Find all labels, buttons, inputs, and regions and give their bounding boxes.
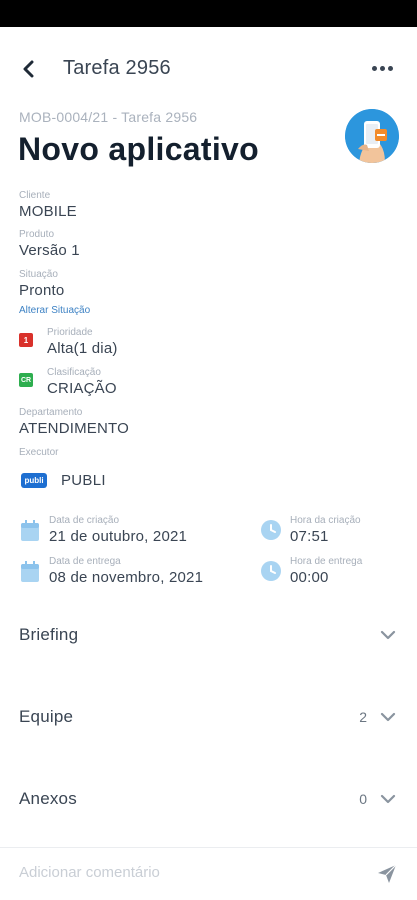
field-classificacao: CR Clasificação CRIAÇÃO xyxy=(19,367,117,399)
section-count: 2 xyxy=(359,709,367,725)
field-label: Prioridade xyxy=(47,327,93,338)
delivery-date: Data de entrega 08 de novembro, 2021 xyxy=(19,556,203,588)
field-label: Clasificação xyxy=(47,367,101,378)
section-anexos[interactable]: Anexos 0 xyxy=(0,779,417,819)
delivery-time: Hora de entrega 00:00 xyxy=(260,556,362,588)
field-produto: Produto Versão 1 xyxy=(19,229,80,261)
more-dot-icon xyxy=(379,65,385,71)
field-label: Hora da criação xyxy=(290,515,361,526)
task-code: MOB-0004/21 - Tarefa 2956 xyxy=(19,109,198,125)
clock-icon xyxy=(261,520,281,540)
field-value: Versão 1 xyxy=(19,242,80,259)
page-title: Novo aplicativo xyxy=(18,131,259,167)
send-icon[interactable] xyxy=(375,862,399,886)
back-button[interactable] xyxy=(14,55,42,83)
field-label: Executor xyxy=(19,447,59,458)
classification-badge-icon: CR xyxy=(19,373,33,387)
calendar-icon xyxy=(21,561,39,582)
chevron-down-icon xyxy=(380,794,396,804)
header-title: Tarefa 2956 xyxy=(63,57,171,79)
field-cliente: Cliente MOBILE xyxy=(19,190,77,222)
more-options-button[interactable] xyxy=(367,57,397,79)
creation-date: Data de criação 21 de outubro, 2021 xyxy=(19,515,187,547)
more-dot-icon xyxy=(387,65,393,71)
more-dot-icon xyxy=(371,65,377,71)
comment-bar xyxy=(0,847,417,900)
task-avatar xyxy=(345,109,399,163)
field-value: ATENDIMENTO xyxy=(19,420,129,437)
phone-hand-icon xyxy=(345,109,399,163)
field-value: Alta(1 dia) xyxy=(47,340,118,357)
status-bar xyxy=(0,0,417,27)
field-value: 07:51 xyxy=(290,528,329,545)
executor-name: PUBLI xyxy=(61,471,106,489)
comment-input[interactable] xyxy=(19,864,359,881)
field-value: CRIAÇÃO xyxy=(47,380,117,397)
field-value: 00:00 xyxy=(290,569,329,586)
section-count: 0 xyxy=(359,791,367,807)
executor-logo: publi xyxy=(21,472,47,488)
executor[interactable]: publi PUBLI xyxy=(19,465,106,495)
calendar-icon xyxy=(21,520,39,541)
chevron-down-icon xyxy=(380,630,396,640)
field-executor-label: Executor xyxy=(19,447,58,459)
section-title: Equipe xyxy=(19,707,74,726)
field-label: Produto xyxy=(19,229,55,240)
section-title: Briefing xyxy=(19,625,79,644)
creation-time: Hora da criação 07:51 xyxy=(260,515,361,547)
field-departamento: Departamento ATENDIMENTO xyxy=(19,407,129,439)
section-briefing[interactable]: Briefing xyxy=(0,615,417,655)
field-label: Data de entrega xyxy=(49,556,121,567)
executor-avatar: publi xyxy=(19,465,49,495)
field-value: 08 de novembro, 2021 xyxy=(49,569,204,586)
section-title: Anexos xyxy=(19,789,77,808)
chevron-down-icon xyxy=(380,712,396,722)
priority-badge-icon: 1 xyxy=(19,333,33,347)
field-label: Situação xyxy=(19,269,58,280)
field-value: MOBILE xyxy=(19,203,77,220)
field-value: Pronto xyxy=(19,282,65,299)
field-label: Hora de entrega xyxy=(290,556,363,567)
field-value: 21 de outubro, 2021 xyxy=(49,528,188,545)
app-header: Tarefa 2956 xyxy=(0,27,417,109)
clock-icon xyxy=(261,561,281,581)
field-label: Departamento xyxy=(19,407,83,418)
field-situacao: Situação Pronto xyxy=(19,269,64,301)
field-prioridade: 1 Prioridade Alta(1 dia) xyxy=(19,327,118,359)
chevron-left-icon xyxy=(23,60,34,78)
change-status-link[interactable]: Alterar Situação xyxy=(19,305,90,316)
field-label: Cliente xyxy=(19,190,51,201)
section-equipe[interactable]: Equipe 2 xyxy=(0,697,417,737)
field-label: Data de criação xyxy=(49,515,120,526)
